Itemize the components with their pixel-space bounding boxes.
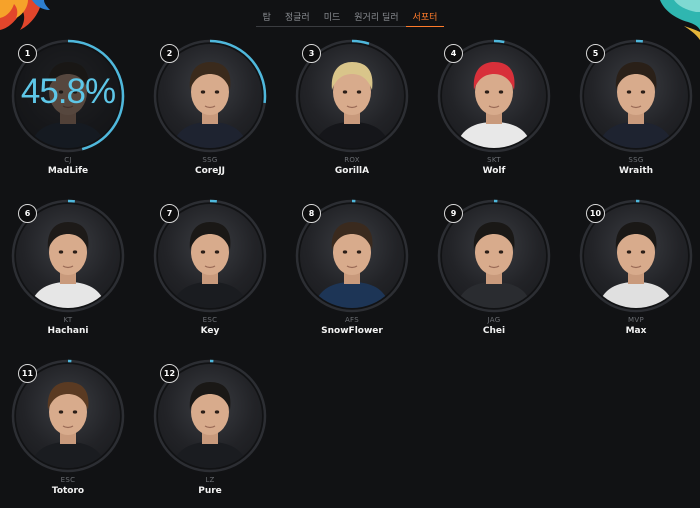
player-name: CoreJJ	[194, 166, 226, 176]
team-name: MVP	[628, 316, 644, 324]
player-name: Key	[200, 326, 220, 336]
team-name: KT	[63, 316, 73, 324]
player-name: MadLife	[47, 166, 89, 176]
player-card[interactable]: 45.8% 1 CJ MadLife	[10, 38, 126, 188]
team-name: ESC	[60, 476, 76, 484]
team-name: CJ	[64, 156, 72, 164]
player-card[interactable]: 9 JAG Chei	[436, 198, 552, 348]
rank-badge: 3	[302, 44, 321, 63]
player-card[interactable]: 12 LZ Pure	[152, 358, 268, 508]
rank-badge: 11	[18, 364, 37, 383]
player-name: Hachani	[47, 326, 89, 336]
rank-badge: 12	[160, 364, 179, 383]
player-card[interactable]: 3 ROX GorillA	[294, 38, 410, 188]
tab-mid[interactable]: 미드	[316, 8, 348, 27]
rank-badge: 9	[444, 204, 463, 223]
rank-badge: 8	[302, 204, 321, 223]
team-name: SSG	[628, 156, 644, 164]
player-card[interactable]: 8 AFS SnowFlower	[294, 198, 410, 348]
team-name: SSG	[202, 156, 218, 164]
tab-support[interactable]: 서포터	[405, 8, 445, 27]
rank-badge: 4	[444, 44, 463, 63]
rank-badge: 5	[586, 44, 605, 63]
rank-badge: 6	[18, 204, 37, 223]
player-name: GorillA	[334, 166, 370, 176]
player-card[interactable]: 7 ESC Key	[152, 198, 268, 348]
player-card[interactable]: 4 SKT Wolf	[436, 38, 552, 188]
position-tabs: 탑 정글러 미드 원거리 딜러 서포터	[0, 8, 700, 27]
player-name: Wolf	[482, 166, 506, 176]
rank-badge: 7	[160, 204, 179, 223]
rank-badge: 2	[160, 44, 179, 63]
player-name: Max	[625, 326, 647, 336]
player-name: Chei	[482, 326, 506, 336]
player-card[interactable]: 2 SSG CoreJJ	[152, 38, 268, 188]
tab-adc[interactable]: 원거리 딜러	[347, 8, 406, 27]
player-card[interactable]: 10 MVP Max	[578, 198, 694, 348]
team-name: ESC	[202, 316, 218, 324]
tab-jungle[interactable]: 정글러	[277, 8, 317, 27]
team-name: JAG	[487, 316, 501, 324]
rank-badge: 1	[18, 44, 37, 63]
player-name: Wraith	[618, 166, 654, 176]
player-card[interactable]: 6 KT Hachani	[10, 198, 126, 348]
player-name: Totoro	[51, 486, 85, 496]
rank-badge: 10	[586, 204, 605, 223]
vote-percentage: 45.8%	[20, 72, 116, 111]
player-name: Pure	[198, 486, 222, 496]
player-card[interactable]: 11 ESC Totoro	[10, 358, 126, 508]
team-name: ROX	[344, 156, 360, 164]
team-name: AFS	[344, 316, 360, 324]
player-card[interactable]: 5 SSG Wraith	[578, 38, 694, 188]
team-name: SKT	[487, 156, 501, 164]
team-name: LZ	[205, 476, 215, 484]
tab-top[interactable]: 탑	[255, 8, 278, 27]
player-name: SnowFlower	[321, 326, 383, 336]
